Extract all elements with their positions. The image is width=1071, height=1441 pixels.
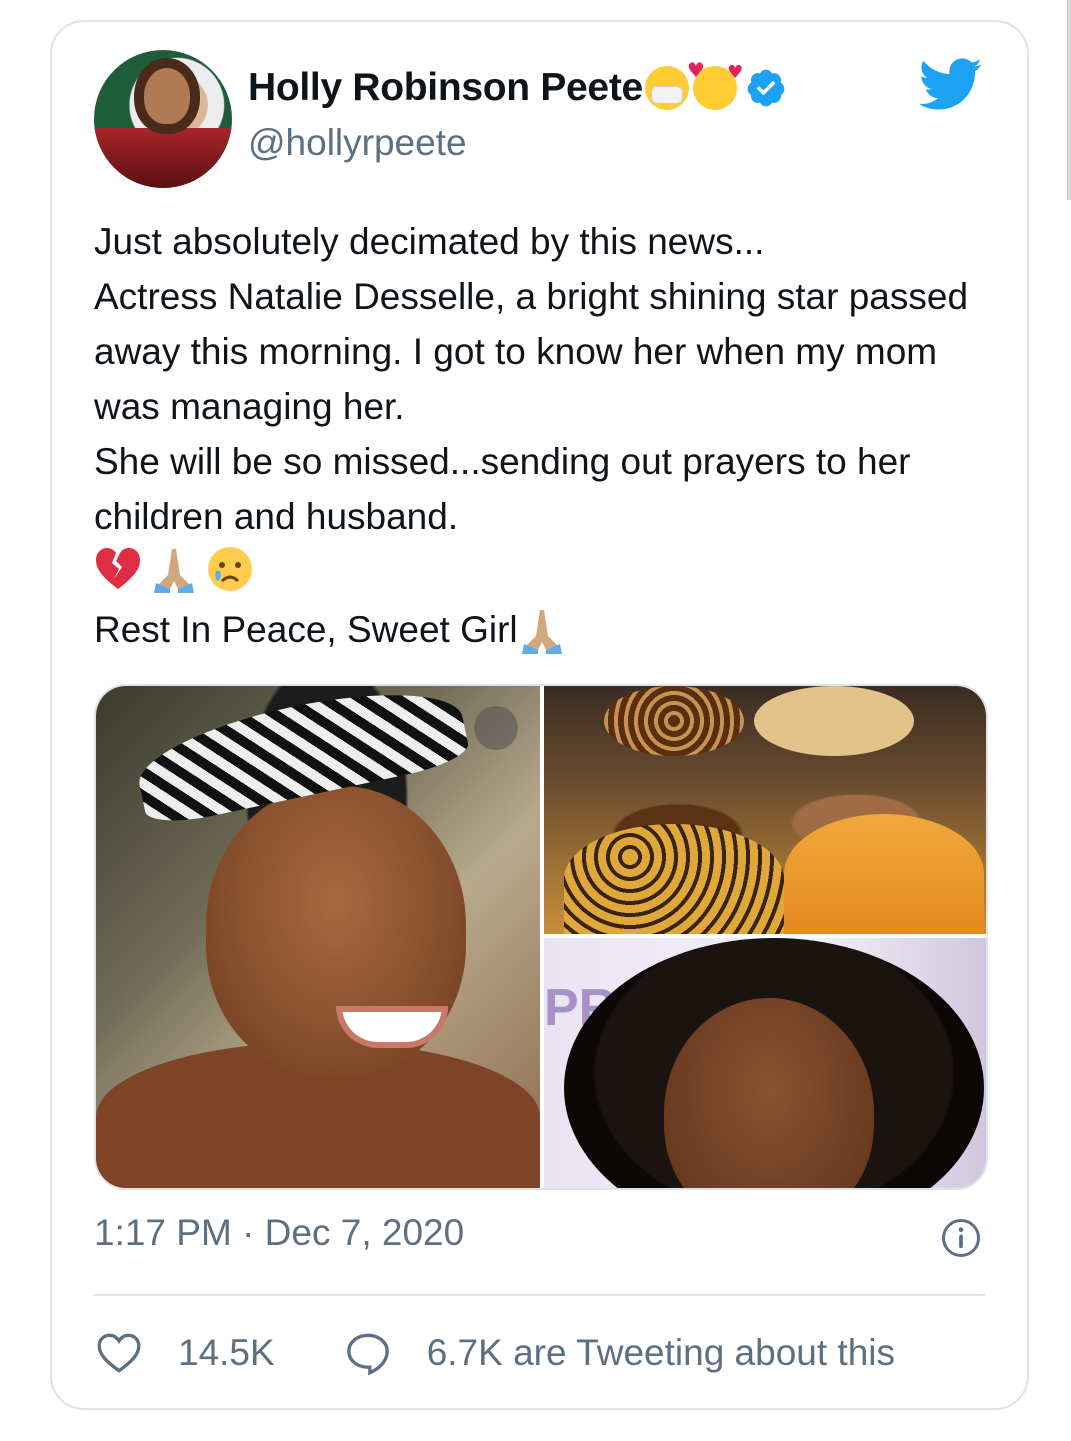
like-button[interactable]: 14.5K xyxy=(94,1328,275,1378)
closing-line: Rest In Peace, Sweet Girl xyxy=(94,602,566,657)
crying-face-icon xyxy=(208,547,252,591)
author-name[interactable]: Holly Robinson Peete xyxy=(248,66,643,110)
avatar-face xyxy=(144,68,190,124)
folded-hands-icon xyxy=(154,549,194,593)
verified-badge-icon xyxy=(747,69,785,107)
lens-icon[interactable] xyxy=(474,706,518,750)
tweet-timestamp[interactable]: 1:17 PM · Dec 7, 2020 xyxy=(94,1212,464,1254)
tweeting-about-button[interactable]: 6.7K are Tweeting about this xyxy=(343,1328,895,1378)
photo-portrait-headwrap[interactable] xyxy=(96,686,540,1188)
photo-outfit-left xyxy=(564,824,784,934)
like-count: 14.5K xyxy=(178,1332,275,1373)
tweet-actions: 14.5K 6.7K are Tweeting about this xyxy=(94,1328,895,1378)
author-name-row[interactable]: Holly Robinson Peete xyxy=(248,58,787,110)
photo-hat-left xyxy=(604,686,744,756)
broken-heart-icon xyxy=(96,548,140,589)
tweet-text: Just absolutely decimated by this news..… xyxy=(94,221,969,537)
speech-bubble-icon xyxy=(346,1333,389,1376)
avatar-background xyxy=(94,128,232,188)
tweet-card[interactable]: Holly Robinson Peete @hollyrpeete Just a… xyxy=(50,20,1029,1410)
mask-face-icon xyxy=(644,66,689,110)
scrollbar[interactable] xyxy=(1067,0,1071,200)
emoji-row xyxy=(94,544,254,594)
photo-film-still[interactable] xyxy=(544,686,986,934)
closing-text: Rest In Peace, Sweet Girl xyxy=(94,609,518,650)
avatar[interactable] xyxy=(94,50,232,188)
twitter-bird-icon[interactable] xyxy=(919,58,983,112)
folded-hands-icon xyxy=(521,609,562,654)
photo-outfit-right xyxy=(784,814,984,934)
divider xyxy=(94,1294,985,1296)
smiling-face-hearts-icon xyxy=(687,58,743,110)
photo-red-carpet[interactable]: PR xyxy=(544,938,986,1188)
photo-hat-right xyxy=(754,686,914,756)
media-grid: PR xyxy=(94,684,988,1190)
author-handle[interactable]: @hollyrpeete xyxy=(248,122,467,164)
info-icon[interactable] xyxy=(941,1218,981,1258)
heart-outline-icon xyxy=(97,1333,141,1373)
tweeting-about-text: 6.7K are Tweeting about this xyxy=(426,1332,896,1373)
